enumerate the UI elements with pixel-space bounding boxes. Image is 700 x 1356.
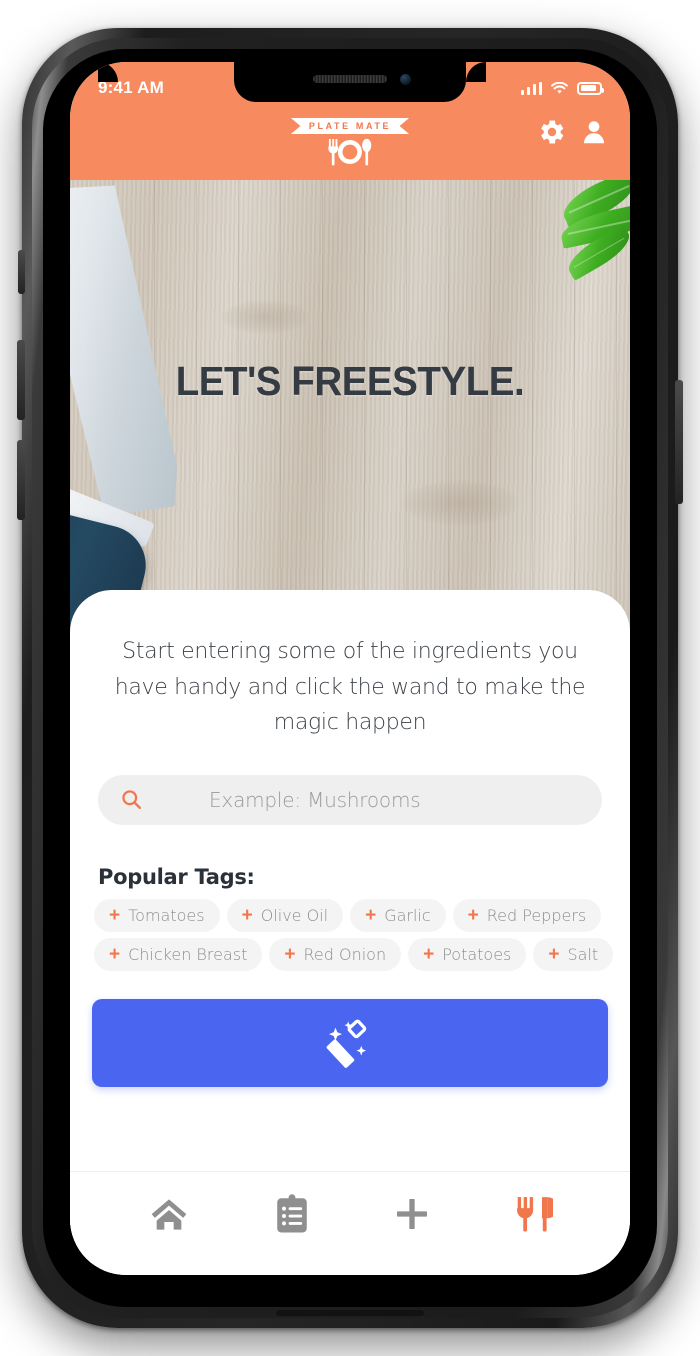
bottom-navigation (70, 1171, 630, 1275)
brand-ribbon: PLATE MATE (290, 118, 410, 134)
plus-icon: + (467, 904, 479, 926)
home-icon (151, 1199, 187, 1230)
signal-bars-icon (520, 81, 542, 95)
tag-red-peppers[interactable]: + Red Peppers (452, 898, 602, 932)
plus-icon: + (365, 904, 377, 926)
plus-icon: + (109, 904, 121, 926)
search-icon (122, 790, 141, 810)
tag-label: Red Peppers (486, 905, 587, 925)
person-icon (583, 121, 605, 144)
screenshot-root: 9:41 AM PLATE MATE LET'S FREESTYLE. Star… (0, 0, 700, 1356)
bottom-speaker (276, 1310, 424, 1316)
hero-title: LET'S FREESTYLE. (175, 358, 525, 404)
phone-screen: 9:41 AM PLATE MATE LET'S FREESTYLE. Star… (70, 62, 630, 1275)
content-card: Start entering some of the ingredients y… (70, 590, 630, 1275)
popular-tags-section: Popular Tags: + Tomatoes + Olive Oil + G… (70, 865, 630, 977)
notch-ear-right (466, 62, 486, 82)
tag-label: Salt (567, 944, 599, 964)
fork-knife-icon (516, 1197, 553, 1232)
wifi-icon (551, 81, 568, 94)
intro-text: Start entering some of the ingredients y… (114, 639, 586, 736)
tag-row: + Chicken Breast + Red Onion + Potatoes … (94, 937, 630, 971)
plus-icon: + (548, 943, 560, 965)
tag-label: Potatoes (442, 944, 512, 964)
tag-garlic[interactable]: + Garlic (350, 898, 446, 932)
popular-tags-title: Popular Tags: (98, 864, 255, 889)
notch-ear-left (98, 62, 118, 82)
tag-tomatoes[interactable]: + Tomatoes (94, 898, 220, 932)
tag-chicken-breast[interactable]: + Chicken Breast (94, 937, 263, 971)
battery-icon (577, 81, 604, 95)
search-placeholder: Example: Mushrooms (209, 787, 421, 812)
clipboard-list-icon (276, 1194, 307, 1233)
volume-down-button[interactable] (17, 440, 25, 520)
generate-recipe-button[interactable] (92, 998, 608, 1087)
plus-icon: + (423, 943, 435, 965)
nav-item-add[interactable] (392, 1194, 432, 1234)
tag-salt[interactable]: + Salt (533, 937, 614, 971)
earpiece-speaker (313, 75, 387, 83)
wood-grain-knot (400, 480, 520, 526)
volume-up-button[interactable] (17, 340, 25, 420)
search-input[interactable]: Example: Mushrooms (98, 774, 602, 825)
power-button[interactable] (675, 380, 683, 504)
status-bar-icons (520, 81, 604, 95)
tag-olive-oil[interactable]: + Olive Oil (226, 898, 344, 932)
plus-icon: + (109, 943, 121, 965)
tag-label: Olive Oil (260, 905, 329, 925)
profile-button[interactable] (580, 118, 608, 146)
header-actions (538, 118, 608, 146)
app-logo: PLATE MATE (290, 118, 410, 167)
device-notch (234, 62, 466, 102)
plus-icon: + (284, 943, 296, 965)
front-camera (400, 74, 411, 85)
wood-grain-knot (220, 300, 310, 334)
tag-red-onion[interactable]: + Red Onion (269, 937, 402, 971)
settings-button[interactable] (538, 118, 566, 146)
gear-icon (541, 120, 564, 144)
plus-icon: + (241, 904, 253, 926)
nav-item-meals[interactable] (515, 1194, 553, 1234)
magic-wand-icon (326, 1019, 367, 1068)
silence-switch[interactable] (18, 250, 25, 294)
tag-label: Tomatoes (128, 905, 205, 925)
nav-item-home[interactable] (147, 1194, 191, 1234)
tag-label: Garlic (384, 905, 431, 925)
plus-icon (397, 1199, 428, 1229)
tag-label: Chicken Breast (128, 944, 248, 964)
fork-plate-spoon-icon (328, 138, 372, 166)
tag-label: Red Onion (303, 944, 387, 964)
nav-item-list[interactable] (274, 1194, 310, 1234)
tag-potatoes[interactable]: + Potatoes (408, 937, 527, 971)
tag-row: + Tomatoes + Olive Oil + Garlic + Red Pe… (94, 898, 630, 932)
